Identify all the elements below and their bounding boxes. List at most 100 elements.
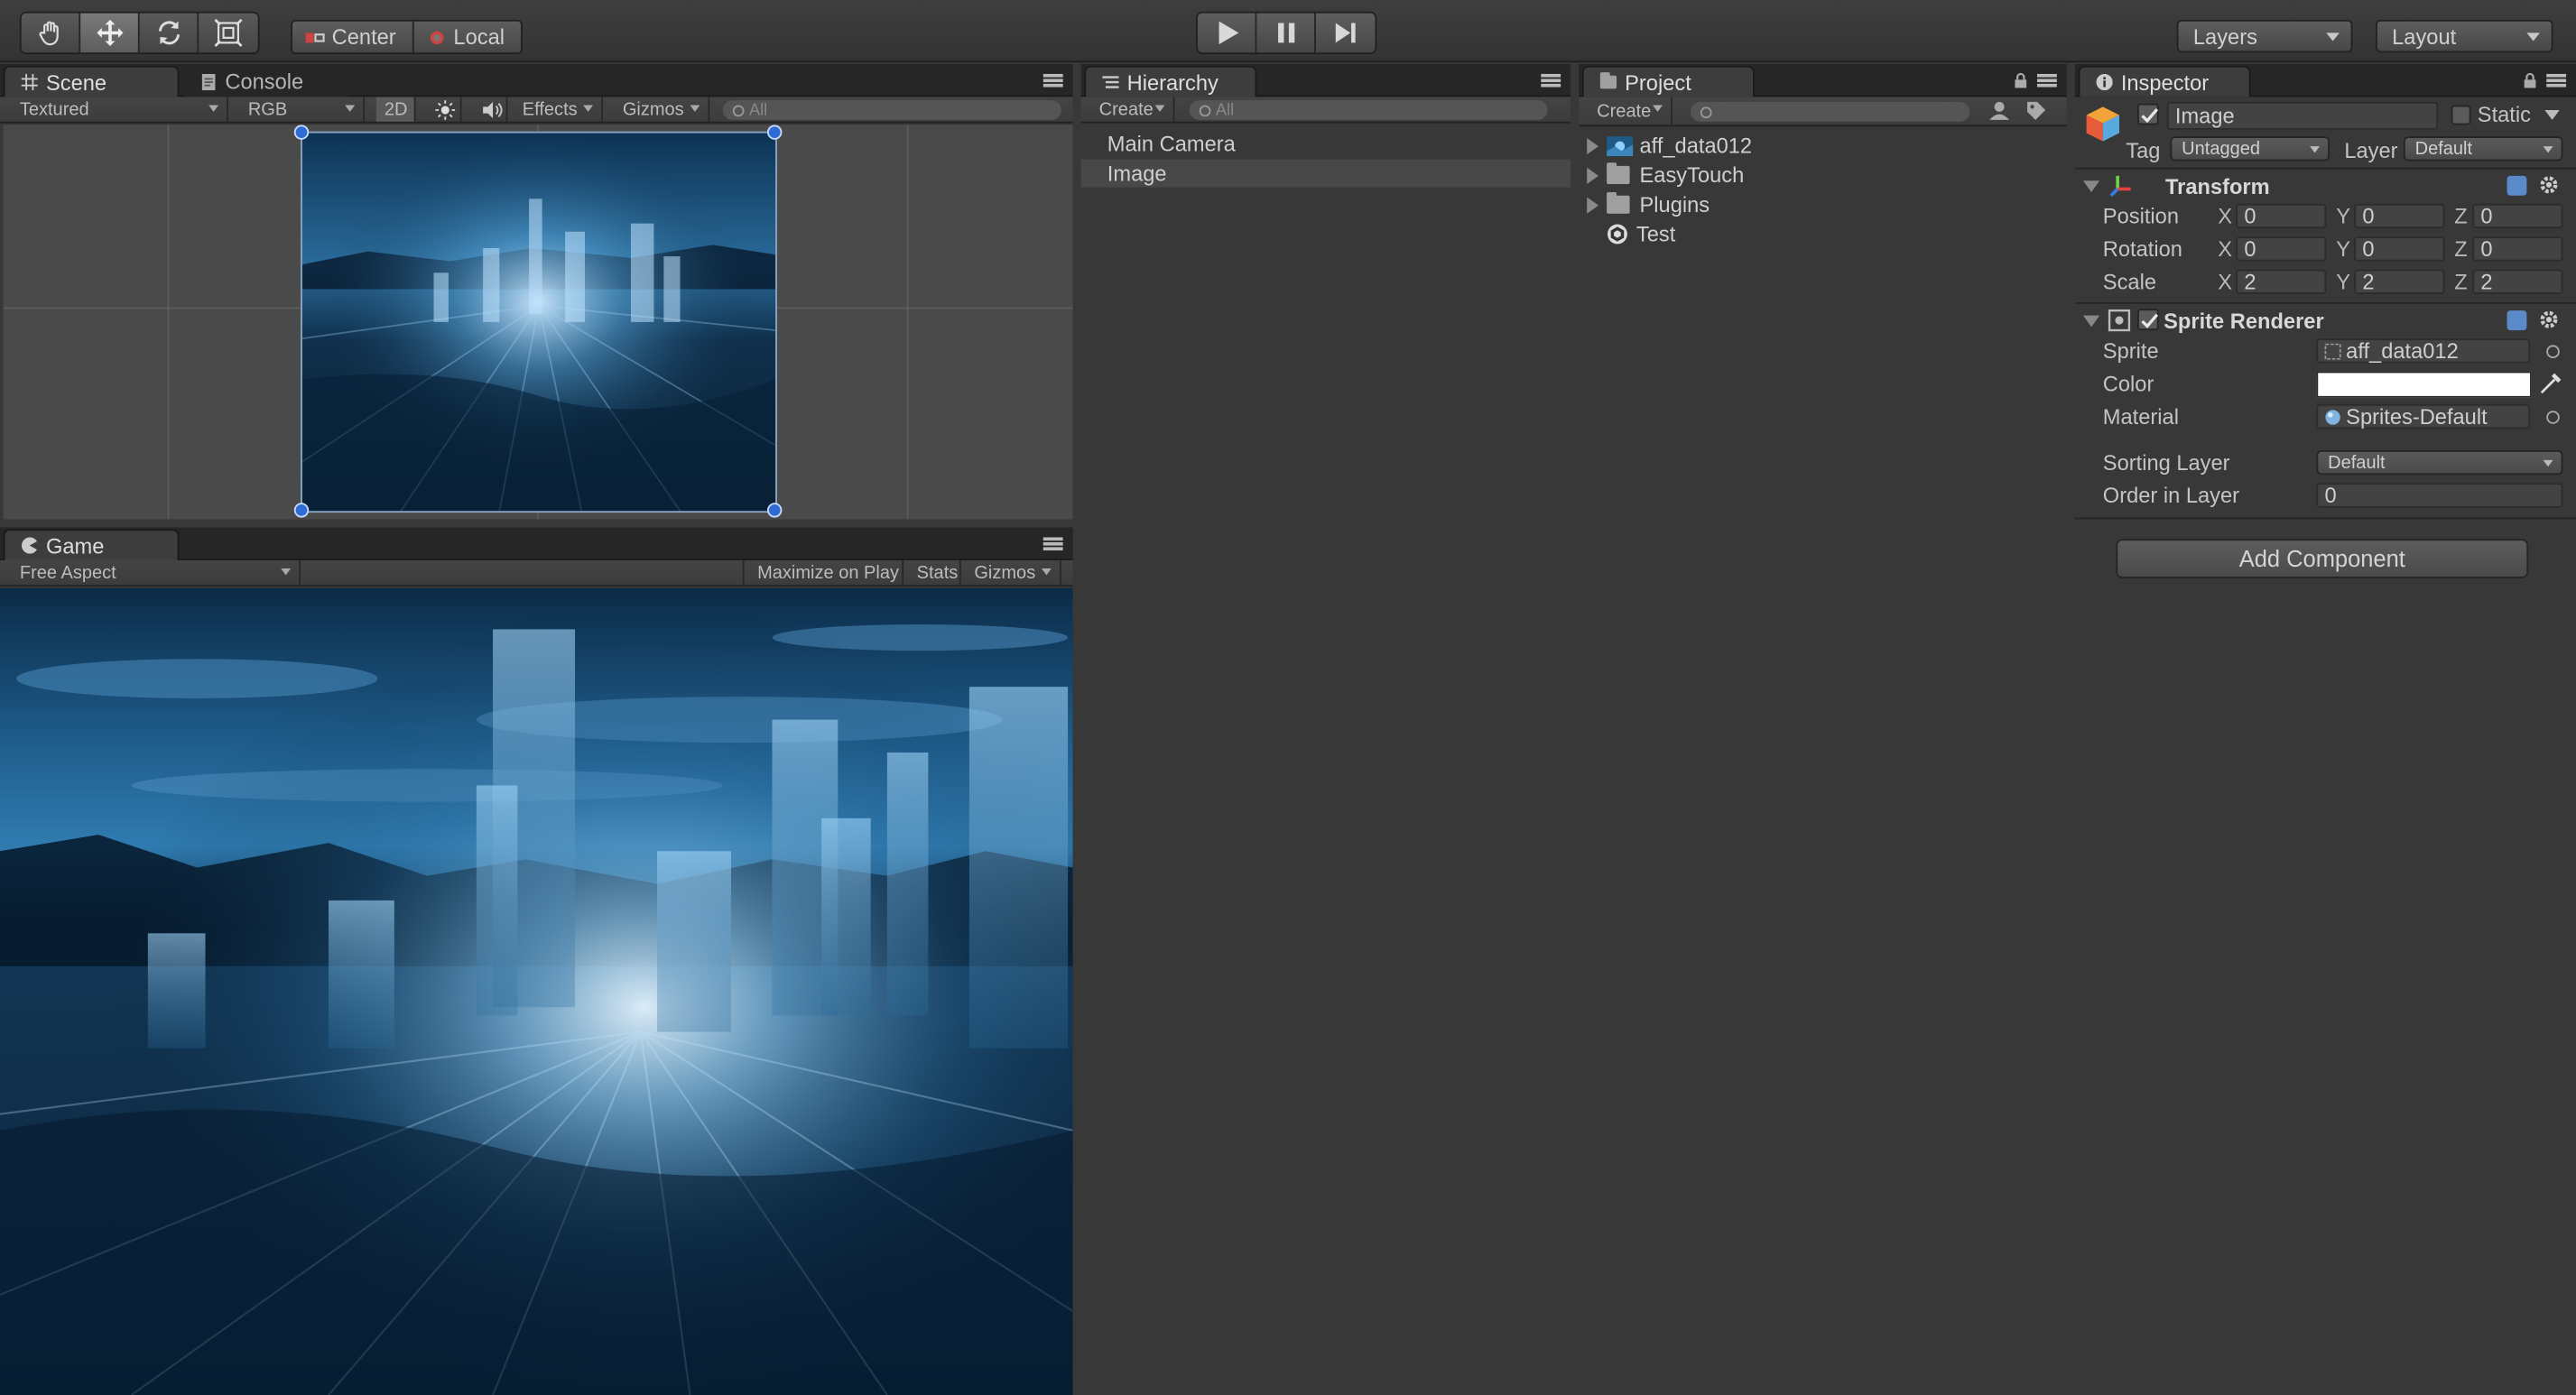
panel-menu-icon[interactable] (1042, 537, 1063, 551)
chevron-down-icon (690, 105, 700, 112)
scale-x-field[interactable]: 2 (2236, 269, 2327, 294)
scale-z-field[interactable]: 2 (2472, 269, 2563, 294)
project-item-easytouch[interactable]: EasyTouch (1579, 161, 2067, 189)
tab-hierarchy[interactable]: Hierarchy (1084, 65, 1257, 97)
transform-header[interactable]: Transform (2075, 172, 2576, 205)
pivot-local-button[interactable]: Local (412, 21, 522, 53)
pivot-center-button[interactable]: Center (292, 21, 412, 53)
render-mode-label: RGB (247, 99, 288, 120)
scale-y-value: 2 (2362, 269, 2375, 294)
lock-icon[interactable] (2524, 72, 2537, 88)
position-y-field[interactable]: 0 (2354, 203, 2445, 229)
sorting-layer-dropdown[interactable]: Default (2316, 449, 2563, 476)
eyedropper-icon[interactable] (2540, 372, 2562, 394)
project-item-plugins[interactable]: Plugins (1579, 190, 2067, 218)
panel-menu-icon[interactable] (1042, 73, 1063, 88)
position-z-field[interactable]: 0 (2472, 203, 2563, 229)
scale-y-field[interactable]: 2 (2354, 269, 2445, 294)
panel-menu-icon[interactable] (1541, 73, 1561, 88)
lighting-toggle[interactable] (422, 97, 462, 122)
rect-handle-bottom-right[interactable] (767, 503, 783, 518)
order-in-layer-field[interactable]: 0 (2316, 483, 2563, 508)
object-picker-icon[interactable] (2546, 345, 2560, 358)
axis-x-label: X (2218, 236, 2232, 262)
gear-icon[interactable] (2538, 309, 2560, 330)
aspect-dropdown[interactable]: Free Aspect (6, 559, 301, 586)
expand-arrow-icon[interactable] (1587, 137, 1599, 154)
rotation-y-field[interactable]: 0 (2354, 236, 2445, 262)
object-name-field[interactable]: Image (2166, 101, 2439, 130)
stats-toggle[interactable]: Stats (903, 559, 961, 586)
layer-dropdown[interactable]: Default (2403, 136, 2563, 162)
maximize-on-play-toggle[interactable]: Maximize on Play (742, 559, 904, 586)
pivot-center-label: Center (331, 24, 396, 50)
layout-dropdown[interactable]: Layout (2375, 19, 2553, 53)
game-viewport[interactable] (0, 587, 1073, 1395)
chevron-down-icon[interactable] (2544, 110, 2560, 120)
object-picker-icon[interactable] (2546, 411, 2560, 424)
expand-arrow-icon[interactable] (1587, 196, 1599, 213)
move-tool-button[interactable] (80, 13, 140, 53)
audio-toggle[interactable] (468, 97, 508, 122)
play-button[interactable] (1197, 13, 1257, 53)
pause-button[interactable] (1256, 13, 1316, 53)
project-item-label: aff_data012 (1639, 133, 1753, 158)
project-item-aff-data012[interactable]: aff_data012 (1579, 132, 2067, 160)
material-field[interactable]: Sprites-Default (2316, 403, 2531, 430)
scene-tabbar: Scene Console (0, 64, 1073, 97)
fold-triangle-icon[interactable] (2082, 315, 2100, 328)
tag-dropdown[interactable]: Untagged (2170, 136, 2330, 162)
tag-icon[interactable] (2025, 100, 2047, 122)
help-book-icon[interactable] (2507, 175, 2527, 196)
hierarchy-search-input[interactable]: All (1189, 100, 1548, 120)
rect-handle-bottom-left[interactable] (293, 503, 310, 518)
hierarchy-create-label: Create (1098, 99, 1154, 120)
tab-inspector[interactable]: Inspector (2078, 65, 2251, 97)
rect-handle-top-right[interactable] (767, 125, 783, 140)
tab-game[interactable]: Game (3, 529, 180, 560)
scene-search-input[interactable]: All (722, 100, 1061, 120)
hierarchy-create-dropdown[interactable]: Create (1086, 97, 1175, 122)
panel-menu-icon[interactable] (2546, 73, 2567, 88)
rect-handle-top-left[interactable] (293, 125, 310, 140)
effects-dropdown[interactable]: Effects (509, 97, 603, 122)
rotation-x-field[interactable]: 0 (2236, 236, 2327, 262)
active-checkbox[interactable] (2137, 103, 2159, 125)
tab-scene[interactable]: Scene (3, 65, 180, 97)
sprite-field[interactable]: aff_data012 (2316, 338, 2531, 364)
tab-console[interactable]: Console (183, 65, 348, 97)
scene-viewport[interactable] (3, 125, 1073, 520)
position-x-field[interactable]: 0 (2236, 203, 2327, 229)
expand-arrow-icon[interactable] (1587, 166, 1599, 184)
scene-gizmos-dropdown[interactable]: Gizmos (609, 97, 710, 122)
lock-icon[interactable] (2015, 72, 2028, 88)
help-book-icon[interactable] (2507, 310, 2527, 331)
hierarchy-item-main-camera[interactable]: Main Camera (1081, 130, 1571, 158)
render-mode-dropdown[interactable]: RGB (235, 97, 366, 122)
color-swatch[interactable] (2316, 371, 2532, 398)
add-component-button[interactable]: Add Component (2116, 539, 2529, 578)
step-button[interactable] (1315, 13, 1376, 53)
scene-sprite-image[interactable] (301, 131, 777, 513)
project-search-input[interactable] (1690, 101, 1970, 122)
gear-icon[interactable] (2538, 174, 2560, 196)
panel-menu-icon[interactable] (2036, 73, 2057, 88)
hierarchy-item-image[interactable]: Image (1080, 159, 1571, 188)
sprite-renderer-header[interactable]: Sprite Renderer (2075, 308, 2576, 340)
rotation-z-field[interactable]: 0 (2472, 236, 2563, 262)
draw-mode-dropdown[interactable]: Textured (6, 97, 229, 122)
scale-tool-button[interactable] (199, 13, 258, 53)
game-gizmos-dropdown[interactable]: Gizmos (961, 559, 1061, 586)
static-checkbox[interactable] (2451, 105, 2471, 125)
tab-project[interactable]: Project (1581, 65, 1755, 97)
hand-tool-button[interactable] (21, 13, 81, 53)
fold-triangle-icon[interactable] (2082, 180, 2100, 193)
folder-icon (1607, 192, 1630, 214)
sprite-renderer-enabled-checkbox[interactable] (2137, 309, 2159, 331)
layers-dropdown[interactable]: Layers (2176, 19, 2353, 53)
filter-by-type-icon[interactable] (1988, 100, 2010, 122)
2d-mode-toggle[interactable]: 2D (375, 97, 416, 122)
project-create-dropdown[interactable]: Create (1584, 97, 1673, 125)
rotate-tool-button[interactable] (139, 13, 199, 53)
project-item-test-scene[interactable]: Test (1579, 220, 2067, 248)
